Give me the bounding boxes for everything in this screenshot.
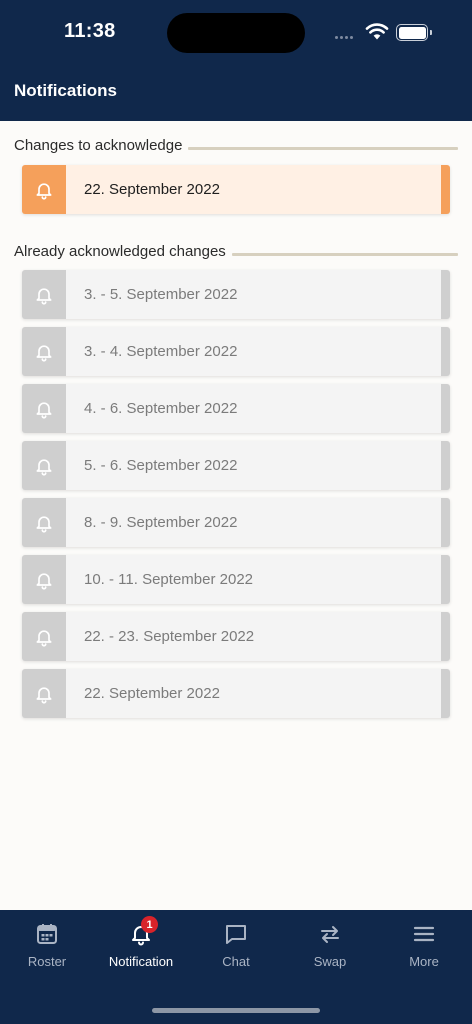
notification-count-badge: 1 — [141, 916, 158, 933]
notification-date: 22. September 2022 — [84, 181, 220, 198]
home-indicator[interactable] — [152, 1008, 320, 1013]
bell-icon — [22, 669, 66, 718]
notification-card-acknowledged[interactable]: 22. - 23. September 2022 — [22, 612, 450, 661]
card-edge — [441, 327, 450, 376]
navigation-bar: Notifications — [0, 64, 472, 121]
tab-label: Chat — [222, 954, 250, 969]
notification-card-acknowledged[interactable]: 10. - 11. September 2022 — [22, 555, 450, 604]
section-title-acknowledged: Already acknowledged changes — [14, 243, 226, 260]
notification-card-acknowledged[interactable]: 22. September 2022 — [22, 669, 450, 718]
section-title-pending: Changes to acknowledge — [14, 137, 183, 154]
status-time: 11:38 — [64, 20, 116, 42]
menu-icon — [412, 922, 436, 946]
status-bar: 11:38 — [0, 0, 472, 64]
swap-arrows-icon — [318, 922, 342, 946]
notifications-content[interactable]: Changes to acknowledge 22. September 202… — [0, 121, 472, 910]
bell-icon — [22, 555, 66, 604]
tab-label: Roster — [27, 954, 67, 969]
section-header-pending: Changes to acknowledge — [14, 137, 458, 154]
notification-date: 5. - 6. September 2022 — [84, 457, 238, 474]
page-title: Notifications — [14, 81, 117, 100]
tab-roster[interactable]: Roster — [0, 910, 94, 980]
notification-date: 8. - 9. September 2022 — [84, 514, 238, 531]
tab-swap[interactable]: Swap — [283, 910, 377, 980]
battery-icon — [396, 24, 432, 41]
bell-icon — [22, 270, 66, 319]
notification-card-acknowledged[interactable]: 5. - 6. September 2022 — [22, 441, 450, 490]
card-edge — [441, 270, 450, 319]
notification-card-acknowledged[interactable]: 3. - 5. September 2022 — [22, 270, 450, 319]
notification-card-acknowledged[interactable]: 8. - 9. September 2022 — [22, 498, 450, 547]
bell-icon — [22, 441, 66, 490]
chat-bubble-icon — [224, 922, 248, 946]
notification-date: 22. - 23. September 2022 — [84, 628, 255, 645]
bell-icon — [22, 327, 66, 376]
bell-icon — [22, 384, 66, 433]
notification-date: 22. September 2022 — [84, 685, 220, 702]
card-edge — [441, 384, 450, 433]
section-header-acknowledged: Already acknowledged changes — [14, 243, 458, 260]
calendar-icon — [35, 922, 59, 946]
tab-chat[interactable]: Chat — [189, 910, 283, 980]
notification-date: 10. - 11. September 2022 — [84, 571, 253, 588]
tab-label: More — [409, 954, 439, 969]
wifi-icon — [365, 23, 389, 40]
bell-icon — [22, 612, 66, 661]
card-edge — [441, 165, 450, 214]
dynamic-island — [167, 13, 305, 53]
notification-card-acknowledged[interactable]: 4. - 6. September 2022 — [22, 384, 450, 433]
notification-card-acknowledged[interactable]: 3. - 4. September 2022 — [22, 327, 450, 376]
tab-notification[interactable]: 1 Notification — [94, 910, 188, 980]
bell-icon — [22, 498, 66, 547]
card-edge — [441, 441, 450, 490]
tab-more[interactable]: More — [377, 910, 471, 980]
section-divider — [231, 253, 458, 256]
tab-bar: Roster 1 Notification Chat Swap More — [0, 910, 472, 1024]
tab-label: Notification — [108, 954, 174, 969]
notification-card-pending[interactable]: 22. September 2022 — [22, 165, 450, 214]
bell-icon: 1 — [129, 916, 158, 946]
card-edge — [441, 669, 450, 718]
notification-date: 3. - 5. September 2022 — [84, 286, 238, 303]
notification-date: 3. - 4. September 2022 — [84, 343, 238, 360]
cellular-signal-icon — [335, 36, 353, 39]
card-edge — [441, 498, 450, 547]
bell-icon — [22, 165, 66, 214]
card-edge — [441, 555, 450, 604]
section-divider — [188, 147, 458, 150]
card-edge — [441, 612, 450, 661]
notification-date: 4. - 6. September 2022 — [84, 400, 238, 417]
tab-label: Swap — [313, 954, 347, 969]
